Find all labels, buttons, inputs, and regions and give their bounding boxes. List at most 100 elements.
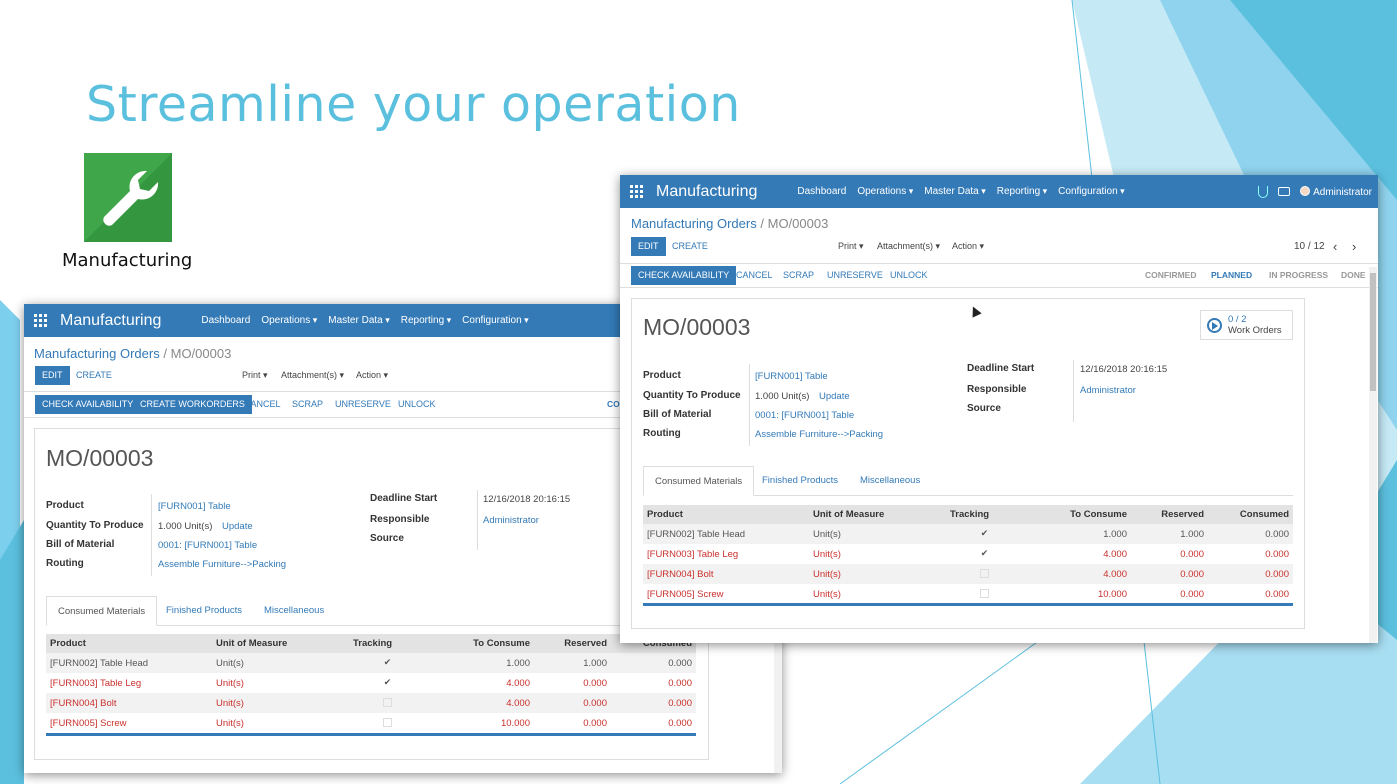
col-reserved[interactable]: Reserved [534,634,611,653]
work-orders-smart-button[interactable]: 0 / 2 Work Orders [1200,310,1293,340]
table-row[interactable]: [FURN002] Table Head Unit(s) ✔ 1.000 1.000 0.… [46,653,696,673]
unlock-button[interactable]: UNLOCK [391,395,443,414]
print-dropdown[interactable]: Print [235,366,275,385]
quantity-value: 1.000 Unit(s) [158,521,213,532]
cancel-button[interactable]: CANCEL [729,266,780,285]
bom-value[interactable]: 0001: [FURN001] Table [755,410,854,421]
checkmark-icon: ✔ [980,528,989,539]
col-tracking[interactable]: Tracking [946,505,1023,524]
breadcrumb-parent[interactable]: Manufacturing Orders [34,346,160,361]
create-button[interactable]: CREATE [665,237,715,256]
action-dropdown[interactable]: Action [945,237,991,256]
row-consumed: 0.000 [668,717,692,729]
col-reserved[interactable]: Reserved [1131,505,1208,524]
user-menu[interactable]: Administrator [1300,185,1372,198]
tab-finished-products[interactable]: Finished Products [155,596,253,626]
bom-label: Bill of Material [643,409,712,420]
menu-configuration[interactable]: Configuration [1058,186,1125,197]
scrollbar[interactable] [1369,267,1377,643]
cancel-button[interactable]: CANCEL [237,395,288,414]
menu-master-data[interactable]: Master Data [328,315,390,326]
row-product: [FURN002] Table Head [643,524,809,544]
menu-dashboard[interactable]: Dashboard [201,315,250,326]
tab-miscellaneous[interactable]: Miscellaneous [849,466,931,496]
play-circle-icon [1207,318,1222,333]
responsible-value[interactable]: Administrator [1080,385,1136,396]
row-consumed: 0.000 [1265,548,1289,560]
scrap-button[interactable]: SCRAP [285,395,330,414]
menu-operations[interactable]: Operations [261,315,317,326]
col-tracking[interactable]: Tracking [349,634,426,653]
apps-menu-icon[interactable] [630,185,643,198]
slide-title: Streamline your operation [86,76,741,133]
update-quantity-link[interactable]: Update [819,391,850,402]
routing-value[interactable]: Assemble Furniture-->Packing [158,559,286,570]
breadcrumb-parent[interactable]: Manufacturing Orders [631,216,757,231]
product-value[interactable]: [FURN001] Table [158,501,231,512]
scrap-button[interactable]: SCRAP [776,266,821,285]
table-row[interactable]: [FURN004] Bolt Unit(s) 4.000 0.000 0.000 [643,564,1293,584]
status-in-progress[interactable]: IN PROGRESS [1269,264,1328,286]
checkmark-icon: ✔ [383,657,392,668]
attachments-dropdown[interactable]: Attachment(s) [870,237,947,256]
table-row[interactable]: [FURN002] Table Head Unit(s) ✔ 1.000 1.000 0.… [643,524,1293,544]
app-icon-label: Manufacturing [62,250,193,271]
edit-button[interactable]: EDIT [631,237,666,256]
table-row[interactable]: [FURN005] Screw Unit(s) 10.000 0.000 0.000 [643,584,1293,604]
print-dropdown[interactable]: Print [831,237,871,256]
table-row[interactable]: [FURN005] Screw Unit(s) 10.000 0.000 0.000 [46,713,696,733]
deadline-label: Deadline Start [370,493,438,504]
table-row[interactable]: [FURN003] Table Leg Unit(s) ✔ 4.000 0.000 0.0… [643,544,1293,564]
responsible-value[interactable]: Administrator [483,515,539,526]
update-quantity-link[interactable]: Update [222,521,253,532]
col-uom[interactable]: Unit of Measure [212,634,349,653]
row-reserved: 0.000 [1131,564,1208,584]
row-tracking [946,584,1023,604]
breadcrumb: Manufacturing Orders / MO/00003 [34,346,232,361]
tab-finished-products[interactable]: Finished Products [751,466,849,496]
status-confirmed[interactable]: CONFIRMED [1145,264,1196,286]
create-workorders-button[interactable]: CREATE WORKORDERS [133,395,252,414]
menu-operations[interactable]: Operations [857,186,913,197]
tab-consumed-materials[interactable]: Consumed Materials [643,466,755,496]
product-value[interactable]: [FURN001] Table [755,371,828,382]
menu-reporting[interactable]: Reporting [997,186,1047,197]
status-planned[interactable]: PLANNED [1211,264,1252,286]
status-done[interactable]: DONE [1341,264,1366,286]
routing-value[interactable]: Assemble Furniture-->Packing [755,429,883,440]
tab-consumed-materials[interactable]: Consumed Materials [46,596,158,626]
bom-value[interactable]: 0001: [FURN001] Table [158,540,257,551]
col-to-consume[interactable]: To Consume [1023,505,1131,524]
unlock-button[interactable]: UNLOCK [883,266,935,285]
menu-configuration[interactable]: Configuration [462,315,529,326]
breadcrumb-current: MO/00003 [767,216,829,231]
check-availability-button[interactable]: CHECK AVAILABILITY [35,395,141,414]
col-uom[interactable]: Unit of Measure [809,505,946,524]
tab-miscellaneous[interactable]: Miscellaneous [253,596,335,626]
create-button[interactable]: CREATE [69,366,119,385]
action-dropdown[interactable]: Action [349,366,395,385]
unreserve-button[interactable]: UNRESERVE [328,395,398,414]
debug-flask-icon[interactable] [1258,185,1269,198]
col-product[interactable]: Product [46,634,212,653]
menu-dashboard[interactable]: Dashboard [797,186,846,197]
col-consumed[interactable]: Consumed [1208,505,1293,524]
row-product: [FURN003] Table Leg [50,677,142,689]
pager-prev-icon[interactable]: ‹ [1333,239,1337,254]
table-row[interactable]: [FURN003] Table Leg Unit(s) ✔ 4.000 0.000 0.0… [46,673,696,693]
col-product[interactable]: Product [643,505,809,524]
edit-button[interactable]: EDIT [35,366,70,385]
unreserve-button[interactable]: UNRESERVE [820,266,890,285]
row-to-consume: 1.000 [1023,524,1131,544]
scrollbar-thumb[interactable] [1370,273,1376,391]
attachments-dropdown[interactable]: Attachment(s) [274,366,351,385]
col-to-consume[interactable]: To Consume [426,634,534,653]
menu-reporting[interactable]: Reporting [401,315,451,326]
table-row[interactable]: [FURN004] Bolt Unit(s) 4.000 0.000 0.000 [46,693,696,713]
pager-next-icon[interactable]: › [1352,239,1356,254]
row-product: [FURN005] Screw [50,717,127,729]
apps-menu-icon[interactable] [34,314,47,327]
check-availability-button[interactable]: CHECK AVAILABILITY [631,266,737,285]
printer-icon[interactable] [1278,187,1291,196]
menu-master-data[interactable]: Master Data [924,186,986,197]
